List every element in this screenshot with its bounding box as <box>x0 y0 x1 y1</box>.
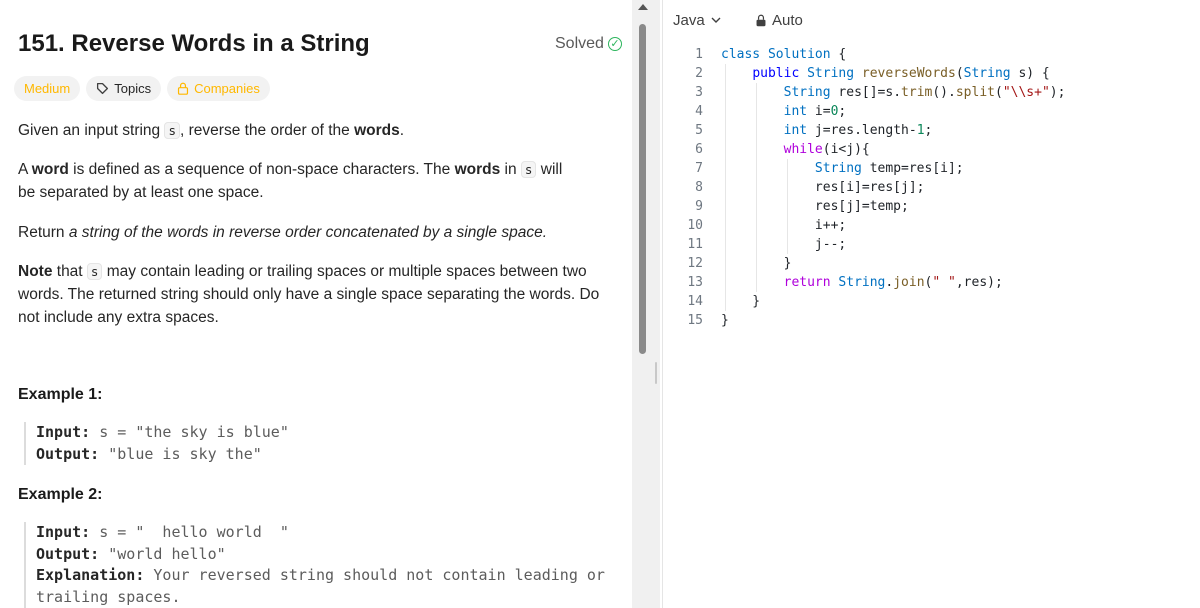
code-line: 13 return String.join(" ",res); <box>663 273 1200 292</box>
lock-icon <box>178 82 189 95</box>
line-number: 8 <box>695 180 703 195</box>
code-line: 2 public String reverseWords(String s) { <box>663 64 1200 83</box>
code-line: 12 } <box>663 254 1200 273</box>
topics-label: Topics <box>114 81 152 96</box>
code-line: 1 class Solution { <box>663 45 1200 64</box>
output-label: Output: <box>36 544 100 563</box>
mode-label: Auto <box>772 12 803 29</box>
text: Given an input string <box>18 122 165 139</box>
line-number: 11 <box>687 237 703 252</box>
drag-handle[interactable] <box>655 362 657 384</box>
line-number: 13 <box>687 275 703 290</box>
difficulty-label: Medium <box>24 81 71 96</box>
description-scrollbar[interactable] <box>639 24 646 354</box>
explanation-label: Explanation: <box>36 566 145 584</box>
line-number: 10 <box>687 218 703 233</box>
example-1-title: Example 1: <box>18 386 103 403</box>
text: , reverse the order of the <box>180 122 355 139</box>
line-number: 2 <box>695 66 703 81</box>
code-line: 8 res[i]=res[j]; <box>663 178 1200 197</box>
example-1-block: Input: s = "the sky is blue" Output: "bl… <box>24 422 626 465</box>
input-value: s = " hello world " <box>99 523 289 541</box>
input-value: s = "the sky is blue" <box>99 423 289 441</box>
example-2-title: Example 2: <box>18 486 103 503</box>
line-number: 6 <box>695 142 703 157</box>
description-paragraph-4: Note that s may contain leading or trail… <box>18 260 623 329</box>
problem-description-panel: 151. Reverse Words in a String Solved ✓ … <box>0 0 630 608</box>
code-editor-panel: Java Auto 1 class Solution { 2 public Str… <box>662 0 1200 608</box>
line-number: 14 <box>687 294 703 309</box>
code-line: 4 int i=0; <box>663 102 1200 121</box>
inline-code: s <box>164 122 181 139</box>
line-number: 12 <box>687 256 703 271</box>
bold-text: words <box>454 161 501 178</box>
input-label: Input: <box>36 523 91 541</box>
scroll-up-arrow-icon[interactable] <box>638 4 648 10</box>
line-number: 3 <box>695 85 703 100</box>
lock-icon <box>756 14 766 27</box>
problem-title: 151. Reverse Words in a String <box>18 30 370 57</box>
companies-button[interactable]: Companies <box>167 76 270 101</box>
code-line: 5 int j=res.length-1; <box>663 121 1200 140</box>
description-paragraph-1: Given an input string s, reverse the ord… <box>18 119 623 142</box>
text: Return <box>18 224 69 241</box>
text: in <box>500 161 521 178</box>
solved-label: Solved <box>555 35 604 52</box>
italic-text: a string of the words in reverse order c… <box>68 224 548 241</box>
input-label: Input: <box>36 423 91 441</box>
example-2-block: Input: s = " hello world " Output: "worl… <box>24 522 626 608</box>
code-line: 14 } <box>663 292 1200 311</box>
line-number: 7 <box>695 161 703 176</box>
text: that <box>52 263 87 280</box>
bold-text: Note <box>18 263 53 280</box>
line-number: 4 <box>695 104 703 119</box>
solved-status: Solved ✓ <box>555 35 622 53</box>
auto-mode-toggle[interactable]: Auto <box>755 12 803 29</box>
bold-text: word <box>31 161 69 178</box>
description-paragraph-3: Return a string of the words in reverse … <box>18 221 623 244</box>
line-number: 9 <box>695 199 703 214</box>
output-value: "blue is sky the" <box>108 444 262 463</box>
text: A <box>18 161 32 178</box>
code-line: 6 while(i<j){ <box>663 140 1200 159</box>
output-value: "world hello" <box>108 544 226 563</box>
inline-code: s <box>86 263 103 280</box>
tag-icon <box>97 82 109 95</box>
chevron-down-icon <box>711 17 721 23</box>
topics-button[interactable]: Topics <box>86 76 162 101</box>
line-number: 1 <box>695 47 703 62</box>
tag-row: Medium Topics Companies <box>14 76 270 101</box>
text: is defined as a sequence of non-space ch… <box>68 161 455 178</box>
code-line: 11 j--; <box>663 235 1200 254</box>
code-line: 7 String temp=res[i]; <box>663 159 1200 178</box>
bold-text: words <box>354 122 400 139</box>
code-line: 15} <box>663 311 1200 330</box>
output-label: Output: <box>36 444 100 463</box>
inline-code: s <box>520 161 537 178</box>
code-line: 9 res[j]=temp; <box>663 197 1200 216</box>
language-label: Java <box>673 12 705 29</box>
language-selector[interactable]: Java <box>673 12 721 29</box>
code-line: 3 String res[]=s.trim().split("\\s+"); <box>663 83 1200 102</box>
text: . <box>399 122 405 139</box>
description-paragraph-2: A word is defined as a sequence of non-s… <box>18 158 578 204</box>
line-number: 15 <box>687 313 703 328</box>
line-number: 5 <box>695 123 703 138</box>
companies-label: Companies <box>194 81 260 96</box>
text: may contain leading or trailing spaces o… <box>18 263 600 326</box>
panel-divider[interactable] <box>632 0 660 608</box>
code-area[interactable]: 1 class Solution { 2 public String revers… <box>663 45 1200 330</box>
difficulty-badge: Medium <box>14 76 81 101</box>
code-line: 10 i++; <box>663 216 1200 235</box>
check-circle-icon: ✓ <box>607 37 622 51</box>
